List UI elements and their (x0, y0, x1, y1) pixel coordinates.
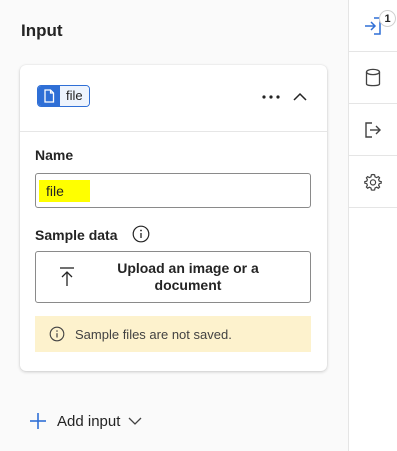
card-divider (20, 131, 327, 132)
gear-icon (364, 173, 382, 191)
input-panel: Input file Name file Sample data Upload … (0, 0, 348, 451)
input-card-header[interactable]: file (20, 65, 327, 130)
name-label: Name (35, 147, 74, 163)
chip-label: file (60, 86, 89, 106)
sample-data-label: Sample data (35, 227, 118, 243)
chevron-up-icon (293, 92, 307, 101)
database-icon (365, 68, 381, 86)
document-icon (38, 86, 60, 106)
collapse-button[interactable] (290, 87, 310, 107)
upload-button[interactable]: Upload an image or a document (35, 251, 311, 303)
upload-icon (60, 267, 74, 286)
name-input-value: file (39, 179, 90, 202)
info-icon[interactable] (132, 225, 150, 243)
rail-output-button[interactable] (349, 104, 397, 156)
input-card: file Name file Sample data Upload an ima… (20, 65, 327, 371)
info-icon (49, 326, 65, 342)
more-actions-button[interactable] (260, 87, 282, 107)
input-count-badge: 1 (379, 10, 396, 27)
notice-text: Sample files are not saved. (75, 326, 232, 342)
add-input-label: Add input (57, 412, 121, 430)
rail-data-button[interactable] (349, 52, 397, 104)
file-type-chip[interactable]: file (37, 85, 90, 107)
name-input[interactable]: file (35, 173, 311, 208)
rail-input-button[interactable]: 1 (349, 0, 397, 52)
chevron-down-icon (128, 417, 142, 425)
rail-settings-button[interactable] (349, 156, 397, 208)
upload-button-label: Upload an image or a document (117, 260, 259, 293)
sample-files-notice: Sample files are not saved. (35, 316, 311, 352)
more-horizontal-icon (262, 95, 280, 99)
plus-icon (30, 413, 46, 429)
right-rail: 1 (348, 0, 397, 451)
output-arrow-icon (365, 121, 381, 138)
panel-title: Input (21, 21, 63, 40)
add-input-button[interactable]: Add input (29, 408, 142, 434)
